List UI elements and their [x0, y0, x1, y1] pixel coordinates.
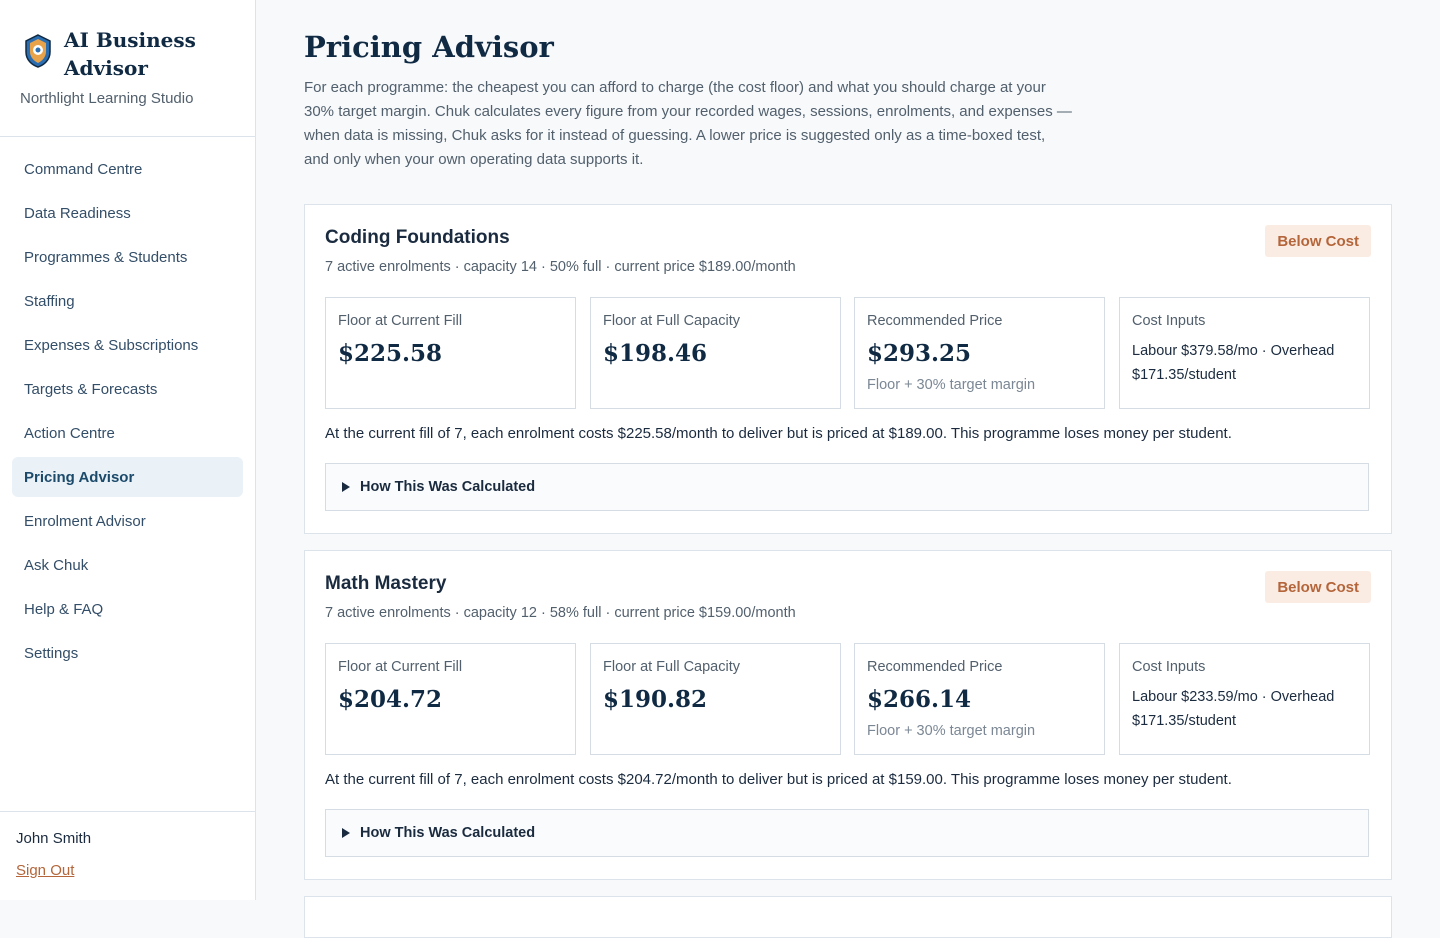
sidebar-item-targets-forecasts[interactable]: Targets & Forecasts: [12, 369, 243, 409]
metric-note: Floor + 30% target margin: [867, 377, 1036, 393]
sidebar-item-action-centre[interactable]: Action Centre: [12, 413, 243, 453]
disclosure-triangle-icon: [342, 828, 350, 838]
sidebar-item-data-readiness[interactable]: Data Readiness: [12, 193, 243, 233]
main-content: Pricing Advisor For each programme: the …: [256, 0, 1440, 938]
metric-label: Floor at Current Fill: [338, 659, 463, 675]
metric-label: Floor at Full Capacity: [603, 313, 740, 329]
programme-card-next: [304, 896, 1392, 938]
metric-value: $225.58: [338, 340, 443, 367]
sidebar-divider: [0, 136, 255, 137]
metric-floor-current-fill: Floor at Current Fill $225.58: [325, 297, 576, 409]
sidebar-item-expenses-subscriptions[interactable]: Expenses & Subscriptions: [12, 325, 243, 365]
programme-meta: 7 active enrolments · capacity 14 · 50% …: [325, 259, 796, 275]
metric-label: Cost Inputs: [1132, 313, 1206, 329]
programme-meta: 7 active enrolments · capacity 12 · 58% …: [325, 605, 796, 621]
sidebar-item-staffing[interactable]: Staffing: [12, 281, 243, 321]
app-title: AI Business Advisor: [64, 28, 196, 80]
how-calculated-toggle[interactable]: How This Was Calculated: [325, 463, 1369, 511]
metric-floor-full-capacity: Floor at Full Capacity $198.46: [590, 297, 841, 409]
disclosure-triangle-icon: [342, 482, 350, 492]
how-calculated-toggle[interactable]: How This Was Calculated: [325, 809, 1369, 857]
page-description: For each programme: the cheapest you can…: [304, 79, 1072, 168]
sidebar-item-settings[interactable]: Settings: [12, 633, 243, 673]
sign-out-link[interactable]: Sign Out: [16, 862, 74, 879]
cost-inputs-text: Labour $379.58/mo · Overhead $171.35/stu…: [1132, 343, 1335, 383]
details-label: How This Was Calculated: [360, 479, 536, 495]
metric-label: Recommended Price: [867, 659, 1003, 675]
programme-name: Coding Foundations: [325, 227, 510, 248]
metric-cost-inputs: Cost Inputs Labour $379.58/mo · Overhead…: [1119, 297, 1370, 409]
sidebar-footer-divider: [0, 811, 255, 812]
shield-logo-icon: [25, 34, 51, 68]
metric-value: $204.72: [338, 686, 443, 713]
sidebar-item-help-faq[interactable]: Help & FAQ: [12, 589, 243, 629]
metric-floor-current-fill: Floor at Current Fill $204.72: [325, 643, 576, 755]
metric-label: Floor at Full Capacity: [603, 659, 740, 675]
metric-label: Recommended Price: [867, 313, 1003, 329]
programme-summary: At the current fill of 7, each enrolment…: [325, 771, 1232, 788]
metric-recommended-price: Recommended Price $293.25 Floor + 30% ta…: [854, 297, 1105, 409]
metric-label: Cost Inputs: [1132, 659, 1206, 675]
status-badge: Below Cost: [1265, 225, 1371, 257]
metric-value: $198.46: [603, 340, 708, 367]
details-label: How This Was Calculated: [360, 825, 536, 841]
sidebar-item-pricing-advisor[interactable]: Pricing Advisor: [12, 457, 243, 497]
status-badge: Below Cost: [1265, 571, 1371, 603]
metric-value: $293.25: [867, 340, 972, 367]
page-title: Pricing Advisor: [304, 30, 554, 64]
programme-name: Math Mastery: [325, 573, 447, 594]
programme-card-math-mastery: Math Mastery 7 active enrolments · capac…: [304, 550, 1392, 880]
metric-note: Floor + 30% target margin: [867, 723, 1036, 739]
org-name: Northlight Learning Studio: [20, 90, 194, 107]
programme-summary: At the current fill of 7, each enrolment…: [325, 425, 1232, 442]
metric-cost-inputs: Cost Inputs Labour $233.59/mo · Overhead…: [1119, 643, 1370, 755]
sidebar-item-programmes-students[interactable]: Programmes & Students: [12, 237, 243, 277]
metric-floor-full-capacity: Floor at Full Capacity $190.82: [590, 643, 841, 755]
metric-value: $266.14: [867, 686, 972, 713]
sidebar: AI Business Advisor Northlight Learning …: [0, 0, 256, 900]
metric-label: Floor at Current Fill: [338, 313, 463, 329]
programme-card-coding-foundations: Coding Foundations 7 active enrolments ·…: [304, 204, 1392, 534]
user-name: John Smith: [16, 830, 92, 847]
sidebar-item-ask-chuk[interactable]: Ask Chuk: [12, 545, 243, 585]
cost-inputs-text: Labour $233.59/mo · Overhead $171.35/stu…: [1132, 689, 1335, 729]
sidebar-item-command-centre[interactable]: Command Centre: [12, 149, 243, 189]
metric-value: $190.82: [603, 686, 708, 713]
sidebar-nav: Command Centre Data Readiness Programmes…: [12, 149, 243, 677]
metric-recommended-price: Recommended Price $266.14 Floor + 30% ta…: [854, 643, 1105, 755]
sidebar-item-enrolment-advisor[interactable]: Enrolment Advisor: [12, 501, 243, 541]
